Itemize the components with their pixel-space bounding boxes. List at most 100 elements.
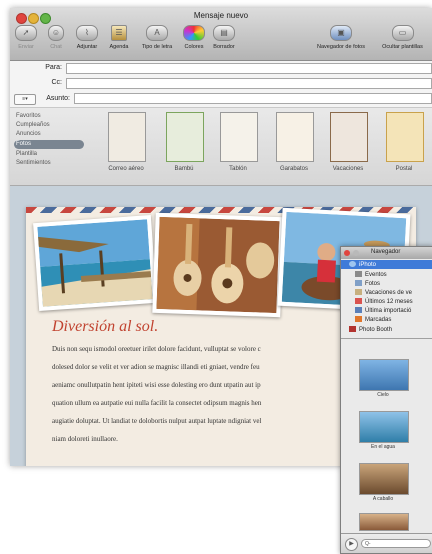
source-label: Photo Booth	[359, 327, 393, 333]
template-label: Correo aéreo	[108, 166, 144, 172]
import-icon	[355, 307, 362, 314]
body-text-line[interactable]: augiatie doluptat. Ut landiat te dolobor…	[52, 417, 261, 425]
address-fields: Para: Cc: ≡▾ Asunto:	[10, 61, 432, 108]
photo-browser-label: Navegador de fotos	[316, 44, 365, 50]
template-label: Tablón	[229, 166, 247, 172]
category-favorites[interactable]: Favoritos	[14, 112, 84, 121]
minimize-panel-button[interactable]	[353, 250, 359, 256]
hide-stationery-button[interactable]: ▭ Ocultar plantillas	[373, 25, 432, 55]
template-label: Vacaciones	[332, 166, 364, 172]
template-label: Garabatos	[279, 166, 309, 172]
album-label: Cielo	[377, 392, 389, 398]
source-label: iPhoto	[359, 262, 377, 268]
font-icon: A	[146, 25, 168, 41]
template-thumb-bamboo[interactable]	[166, 112, 204, 162]
source-iphoto[interactable]: iPhoto	[349, 261, 376, 269]
attach-button[interactable]: ⌇ Adjuntar	[70, 25, 104, 55]
chat-label: Chat	[50, 44, 62, 50]
photo-browser-titlebar: Navegador	[341, 247, 432, 259]
iphoto-icon	[349, 261, 356, 268]
attach-label: Adjuntar	[76, 44, 98, 50]
category-announcements[interactable]: Anuncios	[14, 130, 84, 139]
source-photo-booth[interactable]: Photo Booth	[349, 326, 392, 334]
body-text-line[interactable]: quation ullum ea autpatie eui nulla faci…	[52, 399, 261, 407]
source-label: Vacaciones de ve	[365, 290, 412, 296]
calendar-icon	[355, 298, 362, 305]
send-button[interactable]: ➚ Enviar	[10, 25, 42, 55]
close-panel-button[interactable]	[344, 250, 350, 256]
stationery-pane: Favoritos Cumpleaños Anuncios Fotos Plan…	[10, 108, 432, 186]
source-label: Últimos 12 meses	[365, 299, 413, 305]
ukulele-image	[156, 216, 280, 314]
photo-browser-footer: ▶ Q-	[341, 533, 432, 553]
source-vacation-album[interactable]: Vacaciones de ve	[355, 289, 412, 297]
photo-browser-panel: Navegador iPhoto Eventos Fotos Vacacione…	[340, 246, 432, 554]
template-thumb-board[interactable]	[220, 112, 258, 162]
template-thumb-vacation[interactable]	[330, 112, 368, 162]
body-text-line[interactable]: aeniamc onullutpatin hent ipiteti wisi e…	[52, 381, 261, 389]
photo-browser-title: Navegador	[371, 249, 401, 255]
template-thumb-doodles[interactable]	[276, 112, 314, 162]
category-template[interactable]: Plantilla	[14, 150, 84, 159]
pane-divider[interactable]	[341, 338, 432, 339]
beach-photo[interactable]	[33, 214, 157, 312]
play-icon[interactable]: ▶	[345, 538, 358, 551]
category-birthdays[interactable]: Cumpleaños	[14, 121, 84, 130]
source-events[interactable]: Eventos	[355, 271, 387, 279]
photo-booth-icon	[349, 326, 356, 333]
send-label: Enviar	[18, 44, 34, 50]
album-thumb-partial[interactable]	[359, 513, 409, 531]
toolbar: Mensaje nuevo ➚ Enviar ☺ Chat ⌇ Adjuntar…	[10, 8, 432, 61]
to-field[interactable]	[66, 63, 432, 74]
album-label: En el agua	[371, 444, 395, 450]
stationery-icon: ▭	[391, 25, 414, 41]
source-flagged[interactable]: Marcadas	[355, 316, 391, 324]
events-icon	[355, 271, 362, 278]
ukulele-photo[interactable]	[152, 212, 284, 318]
chat-icon: ☺	[48, 25, 64, 41]
album-thumb-water[interactable]	[359, 411, 409, 443]
beach-image	[37, 219, 153, 307]
album-icon	[355, 289, 362, 296]
template-label: Bambú	[174, 166, 194, 172]
cc-field[interactable]	[66, 78, 432, 89]
photos-icon	[355, 280, 362, 287]
source-label: Fotos	[365, 281, 381, 287]
template-label: Postal	[395, 166, 413, 172]
color-wheel-icon	[183, 25, 205, 41]
search-field[interactable]: Q-	[361, 539, 431, 548]
source-last-12-months[interactable]: Últimos 12 meses	[355, 298, 413, 306]
body-text-line[interactable]: dolesed dolor se velit et ver adion se m…	[52, 363, 260, 371]
fonts-label: Tipo de letra	[141, 44, 173, 50]
category-sentiments[interactable]: Sentimientos	[14, 159, 84, 168]
address-book-button[interactable]: ☰ Agenda	[104, 25, 134, 55]
source-label: Eventos	[365, 272, 387, 278]
colors-button[interactable]: Colores	[180, 25, 208, 55]
colors-label: Colores	[184, 44, 204, 50]
source-label: Última importació	[365, 308, 412, 314]
message-heading[interactable]: Diversión al sol.	[52, 318, 158, 336]
subject-field[interactable]	[74, 93, 432, 104]
album-thumb-horse[interactable]	[359, 463, 409, 495]
draft-button[interactable]: ▤ Borrador	[208, 25, 240, 55]
source-last-import[interactable]: Última importació	[355, 307, 411, 315]
source-photos[interactable]: Fotos	[355, 280, 380, 288]
send-icon: ➚	[15, 25, 37, 41]
draft-label: Borrador	[213, 44, 235, 50]
category-photos[interactable]: Fotos	[14, 140, 84, 149]
album-thumb-sky[interactable]	[359, 359, 409, 391]
cc-label: Cc:	[51, 79, 63, 86]
draft-icon: ▤	[213, 25, 235, 41]
window-title: Mensaje nuevo	[193, 11, 249, 20]
flag-icon	[355, 316, 362, 323]
template-thumb-air-mail[interactable]	[108, 112, 146, 162]
address-book-label: Agenda	[109, 44, 129, 50]
fonts-button[interactable]: A Tipo de letra	[134, 25, 180, 55]
photo-browser-button[interactable]: ▣ Navegador de fotos	[310, 25, 372, 55]
template-thumb-postcard[interactable]	[386, 112, 424, 162]
body-text-line[interactable]: niam doloreti inullaore.	[52, 435, 118, 443]
subject-label: Asunto:	[46, 95, 70, 102]
hide-stationery-label: Ocultar plantillas	[382, 44, 423, 50]
body-text-line[interactable]: Duis non sequ ismodol oreetuer irilet do…	[52, 345, 261, 353]
chat-button[interactable]: ☺ Chat	[42, 25, 70, 55]
